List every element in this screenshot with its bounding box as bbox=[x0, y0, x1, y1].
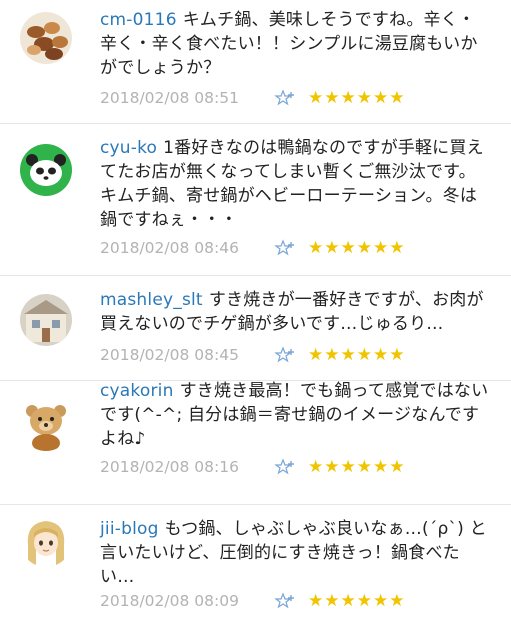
comment-list: cm-0116 キムチ鍋、美味しそうですね。辛く・辛く・辛く食べたい！！シンプルに… bbox=[0, 0, 511, 640]
username-link[interactable]: mashley_slt bbox=[100, 290, 203, 310]
avatar-teddy-bear[interactable] bbox=[20, 399, 72, 451]
comment-meta: 2018/02/08 08:45 ★★★★★★ bbox=[100, 343, 405, 367]
username-link[interactable]: jii-blog bbox=[100, 519, 159, 539]
comment-text: jii-blog もつ鍋、しゃぶしゃぶ良いなぁ…(´ρ`) と言いたいけど、圧倒的… bbox=[100, 517, 492, 589]
rating-stars: ★★★★★★ bbox=[308, 88, 406, 108]
favorite-star-icon[interactable] bbox=[274, 458, 296, 476]
rating-stars: ★★★★★★ bbox=[308, 457, 406, 477]
comment-item: cyakorin すき焼き最高！でも鍋って感覚ではないです(^-^; 自分は鍋＝寄… bbox=[0, 381, 511, 505]
comment-text: cyu-ko 1番好きなのは鴨鍋なのですが手軽に買えてたお店が無くなってしまい暫く… bbox=[100, 136, 492, 232]
rating-stars: ★★★★★★ bbox=[308, 591, 406, 611]
comment-text: cyakorin すき焼き最高！でも鍋って感覚ではないです(^-^; 自分は鍋＝寄… bbox=[100, 379, 492, 451]
avatar-panda[interactable] bbox=[20, 144, 72, 196]
username-link[interactable]: cm-0116 bbox=[100, 10, 177, 30]
comment-item: cm-0116 キムチ鍋、美味しそうですね。辛く・辛く・辛く食べたい！！シンプルに… bbox=[0, 0, 511, 124]
comment-meta: 2018/02/08 08:46 ★★★★★★ bbox=[100, 236, 405, 260]
rating-stars: ★★★★★★ bbox=[308, 345, 406, 365]
avatar-anime-girl[interactable] bbox=[20, 515, 72, 567]
comment-date: 2018/02/08 08:09 bbox=[100, 592, 239, 610]
avatar-house[interactable] bbox=[20, 294, 72, 346]
comment-date: 2018/02/08 08:45 bbox=[100, 346, 239, 364]
favorite-star-icon[interactable] bbox=[274, 89, 296, 107]
comment-item: mashley_slt すき焼きが一番好きですが、お肉が買えないのでチゲ鍋が多いで… bbox=[0, 276, 511, 381]
comment-date: 2018/02/08 08:51 bbox=[100, 89, 239, 107]
comment-body: 1番好きなのは鴨鍋なのですが手軽に買えてたお店が無くなってしまい暫くご無沙汰です… bbox=[100, 138, 484, 230]
favorite-star-icon[interactable] bbox=[274, 239, 296, 257]
username-link[interactable]: cyu-ko bbox=[100, 138, 157, 158]
comment-text: mashley_slt すき焼きが一番好きですが、お肉が買えないのでチゲ鍋が多いで… bbox=[100, 288, 492, 336]
comment-item: cyu-ko 1番好きなのは鴨鍋なのですが手軽に買えてたお店が無くなってしまい暫く… bbox=[0, 124, 511, 276]
avatar-nuts[interactable] bbox=[20, 12, 72, 64]
comment-meta: 2018/02/08 08:16 ★★★★★★ bbox=[100, 455, 405, 479]
rating-stars: ★★★★★★ bbox=[308, 238, 406, 258]
comment-item: jii-blog もつ鍋、しゃぶしゃぶ良いなぁ…(´ρ`) と言いたいけど、圧倒的… bbox=[0, 505, 511, 640]
comment-date: 2018/02/08 08:46 bbox=[100, 239, 239, 257]
comment-text: cm-0116 キムチ鍋、美味しそうですね。辛く・辛く・辛く食べたい！！シンプルに… bbox=[100, 8, 492, 80]
comment-date: 2018/02/08 08:16 bbox=[100, 458, 239, 476]
username-link[interactable]: cyakorin bbox=[100, 381, 174, 401]
comment-meta: 2018/02/08 08:09 ★★★★★★ bbox=[100, 589, 405, 613]
comment-meta: 2018/02/08 08:51 ★★★★★★ bbox=[100, 86, 405, 110]
favorite-star-icon[interactable] bbox=[274, 346, 296, 364]
favorite-star-icon[interactable] bbox=[274, 592, 296, 610]
